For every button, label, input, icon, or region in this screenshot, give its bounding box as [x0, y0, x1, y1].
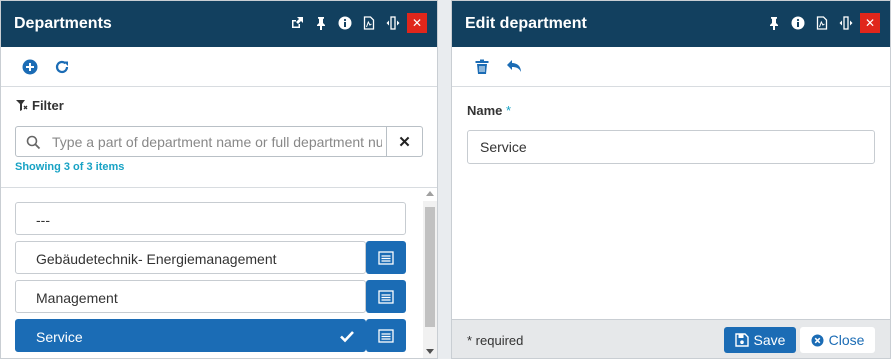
details-button[interactable] — [366, 319, 406, 352]
list-item-label: Gebäudetechnik- Energiemanagement — [36, 251, 277, 267]
departments-toolbar — [1, 47, 437, 87]
edit-toolbar — [452, 47, 890, 87]
save-icon — [734, 333, 749, 347]
name-label-text: Name — [467, 103, 503, 118]
name-label: Name * — [467, 103, 511, 118]
add-icon[interactable] — [21, 58, 39, 76]
list-item[interactable]: Gebäudetechnik- Energiemanagement — [15, 241, 366, 274]
departments-titlebar: Departments ✕ — [1, 1, 437, 47]
pin-icon[interactable] — [766, 13, 782, 33]
delete-icon[interactable] — [473, 58, 491, 76]
resize-icon[interactable] — [838, 13, 854, 33]
panel-title: Departments — [14, 15, 112, 32]
name-input[interactable] — [467, 130, 875, 164]
close-label: Close — [828, 332, 865, 348]
search-input[interactable] — [52, 132, 382, 152]
undo-icon[interactable] — [505, 58, 523, 76]
filter-label: Filter — [32, 98, 64, 113]
details-icon — [378, 328, 394, 343]
scroll-up-icon[interactable] — [426, 191, 434, 196]
checkmark-icon — [340, 331, 354, 343]
departments-panel: Departments ✕ Filter Type a part of depa… — [0, 0, 438, 359]
list-scrollbar[interactable] — [423, 191, 437, 358]
info-icon[interactable] — [337, 13, 353, 33]
search-field[interactable] — [15, 126, 387, 157]
list-item[interactable]: --- — [15, 202, 406, 235]
details-button[interactable] — [366, 241, 406, 274]
item-count: Showing 3 of 3 items — [15, 161, 125, 173]
popout-icon[interactable] — [289, 13, 305, 33]
list-item-label: Management — [36, 290, 118, 306]
list-item[interactable]: Management — [15, 280, 366, 313]
save-button[interactable]: Save — [724, 327, 796, 353]
details-icon — [378, 289, 394, 304]
close-circle-icon — [811, 334, 824, 346]
required-marker: * — [506, 103, 512, 118]
filter-icon — [16, 100, 28, 111]
clear-search-button[interactable]: ✕ — [387, 126, 423, 157]
scroll-down-icon[interactable] — [426, 349, 434, 354]
refresh-icon[interactable] — [53, 58, 71, 76]
details-icon — [378, 250, 394, 265]
save-label: Save — [753, 332, 786, 348]
edit-department-panel: Edit department ✕ Name * Service * requi… — [451, 0, 891, 359]
pdf-icon[interactable] — [814, 13, 830, 33]
edit-titlebar: Edit department ✕ — [452, 1, 890, 47]
department-list: --- Gebäudetechnik- Energiemanagement Ma… — [1, 187, 437, 358]
list-item-label: Service — [36, 329, 83, 345]
pin-icon[interactable] — [313, 13, 329, 33]
resize-icon[interactable] — [385, 13, 401, 33]
close-button[interactable]: Close — [800, 327, 875, 353]
scrollbar-thumb[interactable] — [425, 207, 435, 327]
info-icon[interactable] — [790, 13, 806, 33]
filter-heading[interactable]: Filter — [15, 98, 64, 113]
required-note: * required — [467, 333, 524, 348]
panel-title: Edit department — [465, 15, 587, 32]
close-icon[interactable]: ✕ — [407, 13, 427, 33]
list-item-label: --- — [36, 212, 50, 228]
edit-footer: * required Save Close — [452, 319, 890, 358]
pdf-icon[interactable] — [361, 13, 377, 33]
close-icon[interactable]: ✕ — [860, 13, 880, 33]
details-button[interactable] — [366, 280, 406, 313]
search-icon — [26, 135, 41, 150]
list-item-selected[interactable]: Service — [15, 319, 366, 352]
clear-icon: ✕ — [398, 133, 411, 151]
